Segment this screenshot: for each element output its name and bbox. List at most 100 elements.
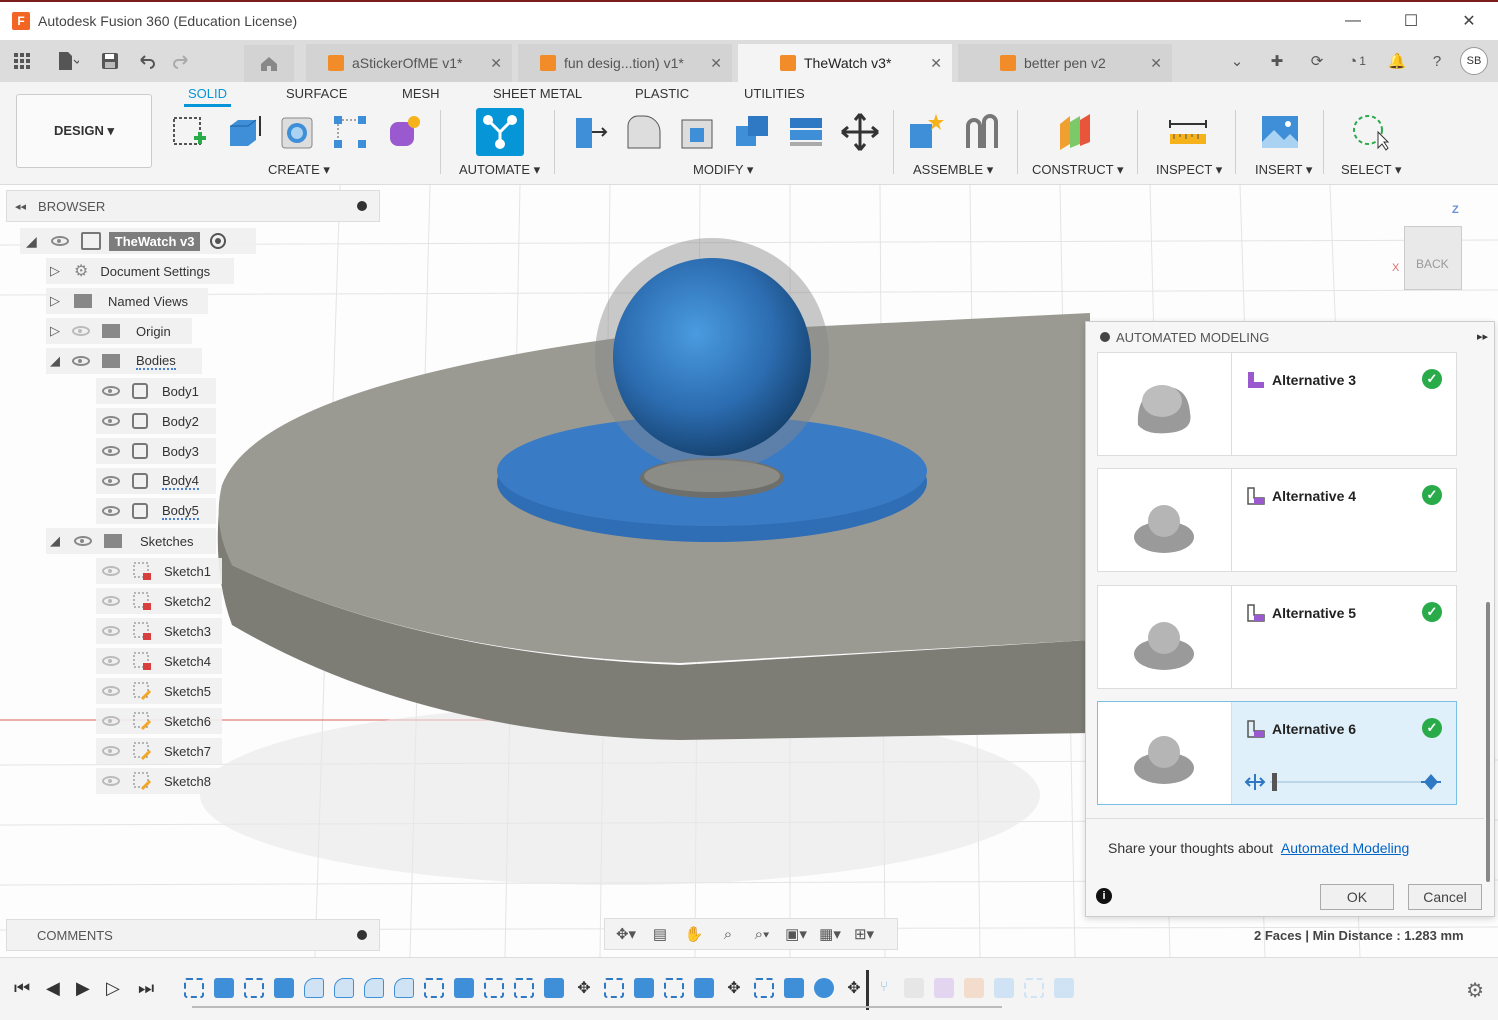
maximize-button[interactable]: ☐ <box>1382 2 1440 40</box>
fit-icon[interactable]: ⌕▾ <box>747 922 777 946</box>
browser-sketch-row[interactable]: Sketch1 <box>96 558 222 584</box>
close-tab-icon[interactable]: ✕ <box>1150 55 1162 72</box>
timeline-suppressed-icon[interactable] <box>904 978 924 998</box>
alternative-slider-track[interactable] <box>1270 781 1426 783</box>
visibility-eye-off-icon[interactable] <box>102 566 120 576</box>
modify-menu[interactable]: MODIFY ▾ <box>693 162 753 178</box>
display-settings-icon[interactable]: ▣▾ <box>781 922 811 946</box>
timeline-fillet-icon[interactable] <box>394 978 414 998</box>
alternative-card[interactable]: Alternative 5 ✓ <box>1097 585 1457 689</box>
press-pull-icon[interactable] <box>570 112 610 152</box>
home-icon[interactable] <box>244 45 294 82</box>
timeline-sketch-icon[interactable] <box>484 978 504 998</box>
assemble-menu[interactable]: ASSEMBLE ▾ <box>913 162 993 178</box>
timeline-extrude-icon[interactable] <box>274 978 294 998</box>
step-back-icon[interactable]: ◀ <box>46 978 60 999</box>
alternative-card-selected[interactable]: Alternative 6 ✓ <box>1097 701 1457 805</box>
timeline-extrude-icon[interactable] <box>634 978 654 998</box>
visibility-eye-icon[interactable] <box>72 356 90 366</box>
comments-panel[interactable]: COMMENTS <box>6 919 380 951</box>
expand-triangle-icon[interactable]: ▷ <box>50 293 60 309</box>
collapse-browser-icon[interactable]: ◂◂ <box>15 200 26 213</box>
automate-menu[interactable]: AUTOMATE ▾ <box>459 162 540 178</box>
view-cube[interactable]: Z BACK X <box>1392 204 1472 304</box>
measure-icon[interactable] <box>1168 112 1208 152</box>
tab-plastic[interactable]: PLASTIC <box>635 86 689 101</box>
document-tab[interactable]: better pen v2 ✕ <box>958 44 1172 82</box>
combine-icon[interactable] <box>732 112 772 152</box>
visibility-eye-icon[interactable] <box>102 416 120 426</box>
shell-icon[interactable] <box>678 112 718 152</box>
timeline-suppressed-icon[interactable] <box>1024 978 1044 998</box>
dialog-scrollbar[interactable] <box>1484 352 1492 892</box>
collapse-triangle-icon[interactable]: ◢ <box>50 533 60 549</box>
timeline-fillet-icon[interactable] <box>304 978 324 998</box>
browser-sketch-row[interactable]: Sketch3 <box>96 618 222 644</box>
dialog-header[interactable]: AUTOMATED MODELING ▸▸ <box>1086 322 1494 352</box>
browser-header[interactable]: ◂◂ BROWSER <box>6 190 380 222</box>
offset-plane-icon[interactable] <box>1056 112 1096 152</box>
pattern-icon[interactable] <box>330 112 370 152</box>
visibility-eye-icon[interactable] <box>102 506 120 516</box>
tab-sheet-metal[interactable]: SHEET METAL <box>493 86 582 101</box>
browser-pin-icon[interactable] <box>357 201 367 211</box>
cancel-button[interactable]: Cancel <box>1408 884 1482 910</box>
new-component-icon[interactable] <box>906 112 946 152</box>
activate-radio-icon[interactable] <box>210 233 227 249</box>
new-tab-icon[interactable]: ✚ <box>1260 45 1294 77</box>
visibility-eye-off-icon[interactable] <box>102 746 120 756</box>
timeline-sketch-icon[interactable] <box>664 978 684 998</box>
timeline-extrude-icon[interactable] <box>694 978 714 998</box>
undo-icon[interactable] <box>132 45 164 77</box>
timeline-fillet-icon[interactable] <box>364 978 384 998</box>
timeline-automate-icon[interactable]: ⑂ <box>874 978 894 998</box>
browser-item-sketches[interactable]: ◢ Sketches <box>46 528 216 554</box>
timeline-move-icon[interactable]: ✥ <box>844 978 864 998</box>
go-to-start-icon[interactable]: ⏮ <box>14 978 30 999</box>
expand-triangle-icon[interactable]: ▷ <box>50 263 60 279</box>
job-status-icon[interactable]: ◔ 1 <box>1340 45 1374 77</box>
select-menu[interactable]: SELECT ▾ <box>1341 162 1401 178</box>
timeline-sketch-icon[interactable] <box>604 978 624 998</box>
form-icon[interactable] <box>384 112 424 152</box>
timeline-press-pull-icon[interactable] <box>544 978 564 998</box>
tab-utilities[interactable]: UTILITIES <box>744 86 805 101</box>
orbit-icon[interactable]: ✥▾ <box>611 922 641 946</box>
viewports-icon[interactable]: ⊞▾ <box>849 922 879 946</box>
visibility-eye-icon[interactable] <box>102 446 120 456</box>
browser-body-row[interactable]: Body4 <box>96 468 216 494</box>
extrude-icon[interactable] <box>224 112 264 152</box>
document-tab[interactable]: aStickerOfME v1* ✕ <box>306 44 512 82</box>
visibility-eye-off-icon[interactable] <box>102 686 120 696</box>
timeline-sketch-icon[interactable] <box>514 978 534 998</box>
close-window-button[interactable]: ✕ <box>1440 2 1498 40</box>
construct-menu[interactable]: CONSTRUCT ▾ <box>1032 162 1124 178</box>
visibility-eye-off-icon[interactable] <box>102 716 120 726</box>
fillet-icon[interactable] <box>624 112 664 152</box>
move-icon[interactable] <box>840 112 880 152</box>
timeline-settings-gear-icon[interactable]: ⚙ <box>1466 978 1484 1003</box>
joint-icon[interactable] <box>962 112 1002 152</box>
timeline-fillet-icon[interactable] <box>334 978 354 998</box>
extensions-icon[interactable]: ⟳ <box>1300 45 1334 77</box>
document-tab-active[interactable]: TheWatch v3* ✕ <box>738 44 952 82</box>
create-menu[interactable]: CREATE ▾ <box>268 162 330 178</box>
insert-menu[interactable]: INSERT ▾ <box>1255 162 1312 178</box>
revolve-icon[interactable] <box>278 112 318 152</box>
timeline-sketch-icon[interactable] <box>424 978 444 998</box>
timeline-sketch-icon[interactable] <box>244 978 264 998</box>
timeline-move-icon[interactable]: ✥ <box>574 978 594 998</box>
go-to-end-icon[interactable]: ⏭ <box>138 978 154 999</box>
browser-item-bodies[interactable]: ◢ Bodies <box>46 348 202 374</box>
tab-surface[interactable]: SURFACE <box>286 86 347 101</box>
alternative-card[interactable]: Alternative 3 ✓ <box>1097 352 1457 456</box>
visibility-eye-off-icon[interactable] <box>102 776 120 786</box>
expand-triangle-icon[interactable]: ▷ <box>50 323 60 339</box>
timeline-suppressed-icon[interactable] <box>964 978 984 998</box>
close-tab-icon[interactable]: ✕ <box>930 55 942 72</box>
collapse-triangle-icon[interactable]: ◢ <box>26 233 37 250</box>
timeline-suppressed-icon[interactable] <box>934 978 954 998</box>
collapse-triangle-icon[interactable]: ◢ <box>50 353 60 369</box>
offset-face-icon[interactable] <box>786 112 826 152</box>
add-comment-icon[interactable] <box>357 930 367 940</box>
